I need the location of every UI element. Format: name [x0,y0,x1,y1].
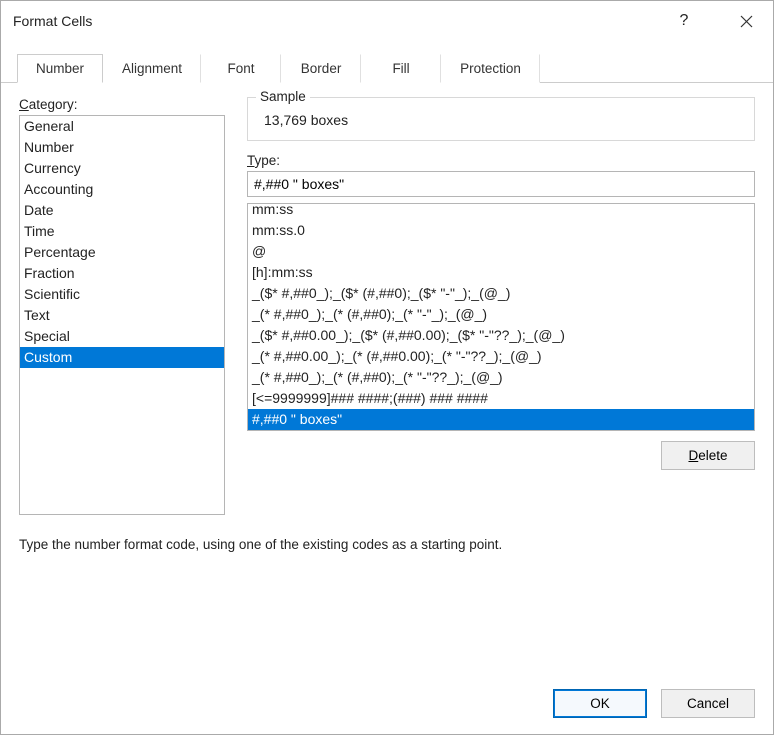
format-code-item[interactable]: _(* #,##0.00_);_(* (#,##0.00);_(* "-"??_… [248,346,754,367]
category-item[interactable]: Time [20,221,224,242]
tab-fill[interactable]: Fill [361,54,441,83]
help-button[interactable]: ? [667,9,701,33]
close-button[interactable] [729,9,763,33]
format-code-item[interactable]: [h]:mm:ss [248,262,754,283]
category-item[interactable]: General [20,116,224,137]
titlebar: Format Cells ? [1,1,773,41]
format-code-item[interactable]: @ [248,241,754,262]
cancel-button[interactable]: Cancel [661,689,755,718]
dialog-footer: OK Cancel [1,675,773,734]
category-item[interactable]: Accounting [20,179,224,200]
tab-alignment[interactable]: Alignment [103,54,201,83]
category-item[interactable]: Scientific [20,284,224,305]
tab-border[interactable]: Border [281,54,361,83]
category-item[interactable]: Date [20,200,224,221]
format-code-item[interactable]: mm:ss.0 [248,220,754,241]
format-code-item[interactable]: mm:ss [248,203,754,220]
category-item[interactable]: Text [20,305,224,326]
category-item[interactable]: Number [20,137,224,158]
sample-value: 13,769 boxes [260,112,742,128]
format-code-item[interactable]: _(* #,##0_);_(* (#,##0);_(* "-"_);_(@_) [248,304,754,325]
tab-number[interactable]: Number [17,54,103,83]
sample-group: Sample 13,769 boxes [247,97,755,141]
format-cells-dialog: Format Cells ? NumberAlignmentFontBorder… [0,0,774,735]
hint-text: Type the number format code, using one o… [19,537,755,552]
tab-font[interactable]: Font [201,54,281,83]
category-listbox[interactable]: GeneralNumberCurrencyAccountingDateTimeP… [19,115,225,515]
dialog-title: Format Cells [13,13,92,29]
help-icon: ? [680,12,689,30]
format-code-item[interactable]: _($* #,##0.00_);_($* (#,##0.00);_($* "-"… [248,325,754,346]
sample-label: Sample [256,89,310,104]
tab-strip: NumberAlignmentFontBorderFillProtection [1,53,773,83]
tab-content-number: Category: GeneralNumberCurrencyAccountin… [1,83,773,552]
format-code-item[interactable]: _(* #,##0_);_(* (#,##0);_(* "-"??_);_(@_… [248,367,754,388]
tab-protection[interactable]: Protection [441,54,540,83]
ok-button[interactable]: OK [553,689,647,718]
format-code-item[interactable]: [<=9999999]### ####;(###) ### #### [248,388,754,409]
type-input[interactable] [247,171,755,197]
category-item[interactable]: Custom [20,347,224,368]
category-item[interactable]: Fraction [20,263,224,284]
type-label: Type: [247,153,755,168]
format-code-item[interactable]: #,##0 " boxes" [248,409,754,430]
format-code-listbox[interactable]: mm:ssmm:ss.0@[h]:mm:ss_($* #,##0_);_($* … [247,203,755,431]
category-label: Category: [19,97,225,112]
close-icon [740,15,753,28]
category-item[interactable]: Special [20,326,224,347]
titlebar-controls: ? [667,9,763,33]
format-code-item[interactable]: _($* #,##0_);_($* (#,##0);_($* "-"_);_(@… [248,283,754,304]
category-item[interactable]: Currency [20,158,224,179]
category-item[interactable]: Percentage [20,242,224,263]
delete-button[interactable]: Delete [661,441,755,470]
